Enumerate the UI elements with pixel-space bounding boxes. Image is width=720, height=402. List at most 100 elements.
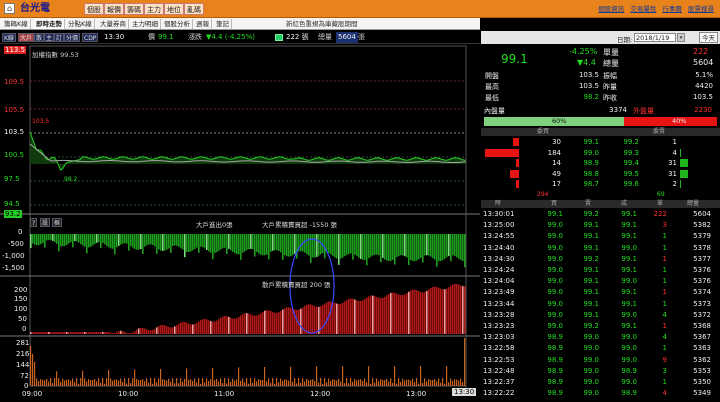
bid-qty: 49 (552, 169, 561, 178)
subtab-weekly[interactable]: 週報 (194, 19, 212, 29)
pct-change: -4.25% (569, 47, 598, 56)
th-sell: 賣 (585, 200, 592, 207)
trade-total: 5353 (693, 366, 711, 375)
stat-value: 103.5 (578, 82, 599, 90)
home-icon[interactable]: ⌂ (4, 3, 15, 14)
trade-ask: 99.2 (583, 322, 599, 330)
trade-total: 5362 (693, 355, 711, 364)
top-links: 個股資訊 交易屬性 行事曆 股票搜尋 (594, 3, 714, 15)
link-calendar[interactable]: 行事曆 (662, 5, 682, 13)
book-total-sell: 69 (657, 191, 665, 198)
trade-unit: 4 (662, 333, 667, 342)
bid-bar (510, 169, 519, 178)
ask-qty: 31 (668, 159, 677, 167)
panel-settings-button[interactable]: 設 (40, 218, 51, 227)
btn-main[interactable]: 主 (44, 33, 55, 42)
btn-kline[interactable]: K線 (2, 33, 16, 42)
trade-time: 13:23:44 (483, 299, 515, 308)
tab-chips[interactable]: 籌碼 (124, 3, 144, 15)
trade-ask: 99.1 (583, 277, 599, 286)
trade-header: 時 買 賣 成 單 總量 (481, 200, 720, 208)
subtab-big-broker[interactable]: 大量券商 (98, 19, 129, 29)
buy-pct: 60% (552, 117, 567, 125)
big-price: 99.1 (501, 52, 528, 66)
subtab-analysis[interactable]: 個股分析 (162, 19, 193, 29)
trade-bid: 99.0 (547, 266, 563, 274)
btn-big[interactable]: 大戶 (18, 33, 35, 42)
trade-price: 99.0 (621, 243, 637, 252)
trade-time: 13:23:03 (483, 333, 515, 342)
date-input[interactable]: 2018/1/19 (634, 33, 676, 42)
tick-109-5: 109.5 (4, 78, 25, 86)
link-trade-attr[interactable]: 交易屬性 (630, 5, 656, 13)
trade-unit: 3 (662, 221, 667, 230)
ask-bar (680, 148, 681, 157)
tab-garble[interactable]: 亂碼 (184, 3, 204, 15)
btn-cdp[interactable]: CDP (82, 33, 99, 42)
subtab-main-detail[interactable]: 主力明細 (130, 19, 161, 29)
trade-unit: 1 (662, 322, 667, 330)
trade-unit: 4 (662, 389, 667, 398)
trade-row: 13:23:49 99.0 99.1 99.1 1 5374 (481, 287, 720, 298)
change-label: 漲跌 (188, 33, 202, 41)
trade-bid: 99.0 (547, 322, 563, 330)
ask-qty: 31 (668, 169, 677, 178)
calendar-icon[interactable]: ▾ (677, 33, 685, 42)
time-1300: 13:00 (406, 390, 427, 398)
tab-quote[interactable]: 報價 (104, 3, 124, 15)
unit-vol-label: 單量 (603, 48, 619, 57)
th-time: 時 (495, 200, 502, 207)
inner-value: 3374 (609, 106, 627, 114)
today-button[interactable]: 今天 (699, 32, 718, 43)
trade-total: 5378 (693, 243, 711, 252)
trade-time: 13:30:01 (483, 210, 515, 218)
trade-time: 13:22:22 (483, 389, 515, 398)
subtab-notes[interactable]: 筆記 (214, 19, 232, 29)
subtab-realtime[interactable]: 即時走勢 (34, 19, 65, 29)
tab-main[interactable]: 主力 (144, 3, 164, 15)
inner-label: 內盤量 (484, 107, 505, 115)
th-total: 總量 (687, 200, 700, 207)
trade-unit: 1 (662, 232, 667, 241)
trade-row: 13:25:00 99.0 99.1 99.1 3 5382 (481, 220, 720, 231)
panel1-title-b: 大戶累積賣買超 -1550 張 (262, 221, 338, 229)
ask-qty: 2 (672, 180, 677, 188)
trade-time: 13:23:49 (483, 288, 515, 297)
trade-price: 99.1 (621, 210, 637, 218)
trade-row: 13:22:58 98.9 99.0 99.0 1 5363 (481, 343, 720, 354)
total-value: 5604 (336, 32, 358, 43)
trade-unit: 1 (662, 288, 667, 297)
trade-time: 13:25:00 (483, 221, 515, 230)
trade-unit: 1 (662, 277, 667, 286)
subtab-chip-kline[interactable]: 籌碼K線 (2, 19, 31, 29)
trade-ask: 99.1 (583, 266, 599, 274)
btn-retail[interactable]: 散 (34, 33, 45, 42)
trade-row: 13:30:01 99.1 99.2 99.1 222 5604 (481, 209, 720, 220)
tab-position[interactable]: 地位 (164, 3, 184, 15)
unit-vol: 222 (693, 47, 709, 56)
btn-order[interactable]: 訂 (54, 33, 65, 42)
btn-price-dist[interactable]: 分價 (64, 33, 81, 42)
panel-frame-button[interactable]: 框 (52, 218, 63, 227)
trade-row: 13:23:23 99.0 99.2 99.1 1 5368 (481, 321, 720, 332)
total-vol-label: 總量 (603, 59, 619, 68)
link-stock-info[interactable]: 個股資訊 (598, 5, 624, 13)
link-search[interactable]: 股票搜尋 (688, 5, 714, 13)
trade-total: 5374 (693, 288, 711, 297)
trade-ask: 99.0 (583, 333, 599, 342)
stat-label: 昨收 (603, 94, 617, 102)
panel2-title: 散戶累積賣買超 200 張 (262, 281, 331, 289)
trade-total: 5349 (693, 389, 711, 398)
total-unit: 張 (358, 33, 365, 41)
trade-time: 13:24:24 (483, 266, 515, 274)
trade-bid: 99.0 (547, 310, 563, 319)
tick-93-2: 93.2 (4, 210, 22, 218)
stat-value: 4420 (695, 82, 713, 90)
ask-price: 99.4 (623, 159, 639, 167)
tab-stock[interactable]: 個股 (84, 3, 104, 15)
book-row: 30 99.1 99.2 1 (481, 137, 720, 147)
subtab-branch-kline[interactable]: 分點K線 (66, 19, 95, 29)
trade-unit: 1 (662, 254, 667, 263)
ask-bar (680, 169, 688, 178)
panel-help-button[interactable]: ? (30, 218, 38, 227)
